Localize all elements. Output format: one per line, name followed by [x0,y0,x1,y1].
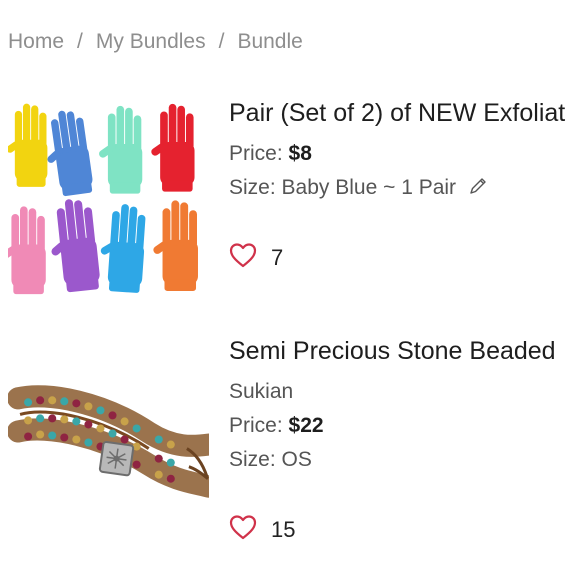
item-title[interactable]: Pair (Set of 2) of NEW Exfoliat [229,99,565,128]
product-image-gloves[interactable] [8,98,209,299]
price-value: $22 [288,414,324,437]
gloves-image [8,103,198,295]
bundle-item[interactable]: Semi Precious Stone Beaded Sukian Price:… [0,330,580,545]
heart-outline-icon[interactable] [229,514,257,545]
size-value: OS [281,448,312,471]
size-line: Size: OS [229,448,312,472]
item-info: Pair (Set of 2) of NEW Exfoliat Price: $… [229,92,580,307]
like-count: 15 [271,516,296,542]
price-label: Price: [229,142,289,165]
breadcrumb: Home / My Bundles / Bundle [8,30,303,54]
size-value: Baby Blue ~ 1 Pair [281,176,457,199]
like-count: 7 [271,244,284,270]
price-line: Price: $8 [229,142,312,166]
like-control[interactable]: 7 [229,242,283,273]
like-control[interactable]: 15 [229,514,295,545]
breadcrumb-home[interactable]: Home [8,30,64,54]
product-image-bracelet[interactable] [8,336,209,537]
size-label: Size: [229,176,282,199]
item-title[interactable]: Semi Precious Stone Beaded [229,337,556,366]
breadcrumb-my-bundles[interactable]: My Bundles [96,30,206,54]
breadcrumb-separator: / [77,30,83,53]
breadcrumb-current: Bundle [237,30,303,53]
price-line: Price: $22 [229,414,324,438]
heart-outline-icon[interactable] [229,242,257,273]
brand-line[interactable]: Sukian [229,380,293,404]
price-label: Price: [229,414,289,437]
pencil-icon[interactable] [468,176,488,202]
bracelet-image [8,336,209,537]
size-label: Size: [229,448,282,471]
price-value: $8 [288,142,312,165]
item-info: Semi Precious Stone Beaded Sukian Price:… [229,330,580,545]
breadcrumb-separator: / [218,30,225,53]
size-line: Size: Baby Blue ~ 1 Pair [229,176,488,202]
bundle-item[interactable]: Pair (Set of 2) of NEW Exfoliat Price: $… [0,92,580,307]
